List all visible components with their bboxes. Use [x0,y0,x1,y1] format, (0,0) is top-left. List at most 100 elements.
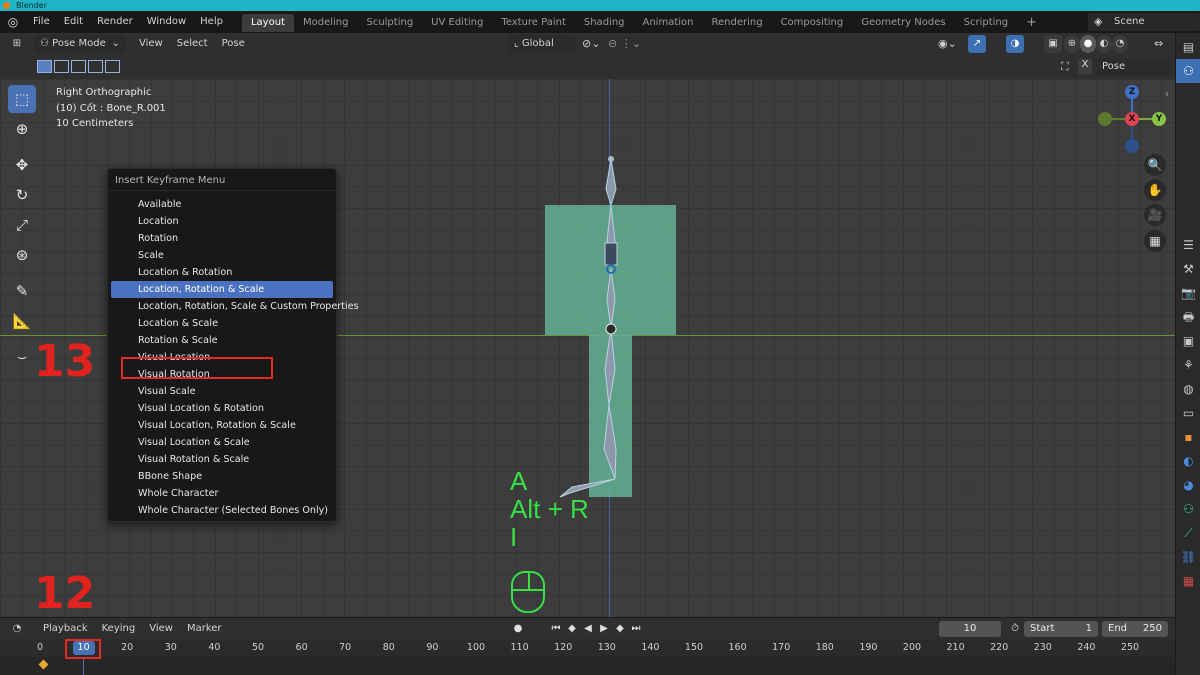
cursor-tool-icon[interactable]: ⊕ [8,115,36,143]
blender-menu-icon[interactable]: ◎ [0,15,26,29]
menu-select[interactable]: Select [170,33,215,55]
menu-render[interactable]: Render [90,11,140,33]
render-properties-icon[interactable]: 📷 [1176,281,1200,305]
relax-pose-tool-icon[interactable]: ⌣ [8,343,36,371]
menu-view[interactable]: View [132,33,170,55]
gizmo-z-axis[interactable]: Z [1125,85,1139,99]
world-properties-icon[interactable]: ◍ [1176,377,1200,401]
tool-tab-icon[interactable]: ▤ [1176,35,1200,59]
item-tab-icon[interactable]: ⚇ [1176,59,1200,83]
tab-compositing[interactable]: Compositing [772,14,853,32]
snap-icon[interactable]: ⊝ ⋮⌄ [608,37,641,50]
menu-item-visual-loc-rot-scale[interactable]: Visual Location, Rotation & Scale [111,417,333,434]
gizmo-neg-z-axis[interactable] [1125,139,1139,153]
menu-item-scale[interactable]: Scale [111,247,333,264]
armature[interactable] [530,149,640,509]
scene-properties-icon[interactable]: ⚘ [1176,353,1200,377]
gizmo-neg-y-axis[interactable] [1098,112,1112,126]
menu-item-visual-location-rotation[interactable]: Visual Location & Rotation [111,400,333,417]
navigation-gizmo[interactable]: Z Y X [1094,85,1174,155]
auto-keying-icon[interactable]: ● [510,621,526,637]
tab-texture-paint[interactable]: Texture Paint [492,14,575,32]
wireframe-shading-icon[interactable]: ⊕ [1064,35,1080,53]
menu-item-rotation[interactable]: Rotation [111,230,333,247]
rendered-shading-icon[interactable]: ◔ [1112,35,1128,53]
tab-geometry-nodes[interactable]: Geometry Nodes [852,14,954,32]
menu-item-rotation-scale[interactable]: Rotation & Scale [111,332,333,349]
object-data-armature-icon[interactable]: ⚇ [1176,497,1200,521]
tab-rendering[interactable]: Rendering [702,14,771,32]
gizmo-y-axis[interactable]: Y [1152,112,1166,126]
end-frame-field[interactable]: End 250 [1102,621,1168,637]
jump-start-icon[interactable]: ⏮ [548,621,564,637]
menu-help[interactable]: Help [193,11,230,33]
start-frame-field[interactable]: Start 1 [1024,621,1098,637]
menu-item-bbone-shape[interactable]: BBone Shape [111,468,333,485]
select-intersect-icon[interactable] [105,60,120,73]
ortho-grid-icon[interactable]: ▦ [1144,230,1166,252]
gizmo-toggle-icon[interactable]: ↗ [968,35,986,53]
mode-dropdown[interactable]: ⚇ Pose Mode ⌄ [34,35,126,53]
scale-tool-icon[interactable]: ⤢ [8,211,36,239]
tab-animation[interactable]: Animation [634,14,703,32]
timeline-editor-icon[interactable]: ◔ [8,620,26,638]
rotate-tool-icon[interactable]: ↻ [8,181,36,209]
bone-constraint-icon[interactable]: ⛓ [1176,545,1200,569]
transform-affect-icon[interactable]: ⛶ [1061,60,1069,74]
camera-view-icon[interactable]: 🎥 [1144,204,1166,226]
physics-properties-icon[interactable]: ◕ [1176,473,1200,497]
menu-edit[interactable]: Edit [57,11,90,33]
xray-toggle-icon[interactable]: ▣ [1044,35,1062,53]
mirror-x-toggle[interactable]: X [1078,59,1092,74]
add-workspace-button[interactable]: + [1017,14,1046,32]
play-reverse-icon[interactable]: ◀ [580,621,596,637]
menu-item-available[interactable]: Available [111,196,333,213]
output-properties-icon[interactable]: 🖶 [1176,305,1200,329]
menu-item-location-scale[interactable]: Location & Scale [111,315,333,332]
next-keyframe-icon[interactable]: ◆ [612,621,628,637]
menu-pose[interactable]: Pose [215,33,252,55]
tool-properties-icon[interactable]: ⚒ [1176,257,1200,281]
object-properties-icon[interactable]: ▪ [1176,425,1200,449]
editor-type-icon[interactable]: ⊞ [8,35,26,53]
view-layer-properties-icon[interactable]: ▣ [1176,329,1200,353]
gizmo-x-axis[interactable]: X [1125,112,1139,126]
collection-properties-icon[interactable]: ▭ [1176,401,1200,425]
tab-uv-editing[interactable]: UV Editing [422,14,492,32]
pivot-point-icon[interactable]: ⊘⌄ [582,37,600,50]
menu-item-visual-scale[interactable]: Visual Scale [111,383,333,400]
visibility-icon[interactable]: ◉⌄ [938,37,957,50]
timeline-body[interactable]: 0 10 20 30 40 50 60 70 80 90 100 110 120 130 140 150 160… [0,639,1175,675]
sidebar-toggle-icon[interactable]: ‹ [1165,89,1169,100]
material-shading-icon[interactable]: ◐ [1096,35,1112,53]
timeline-ruler[interactable]: 0 10 20 30 40 50 60 70 80 90 100 110 120 130 140 150 160… [0,639,1175,657]
menu-item-whole-character[interactable]: Whole Character [111,485,333,502]
solid-shading-icon[interactable]: ● [1080,35,1096,53]
modifier-properties-icon[interactable]: ◐ [1176,449,1200,473]
tab-scripting[interactable]: Scripting [955,14,1017,32]
timeline-menu-playback[interactable]: Playback [36,618,95,640]
select-new-icon[interactable] [37,60,52,73]
measure-tool-icon[interactable]: 📐 [8,307,36,335]
scene-selector[interactable]: ◈ Scene [1088,13,1200,31]
transform-tool-icon[interactable]: ⊛ [8,241,36,269]
tab-modeling[interactable]: Modeling [294,14,358,32]
timeline-menu-marker[interactable]: Marker [180,618,229,640]
jump-end-icon[interactable]: ⏭ [628,621,644,637]
pose-options-dropdown[interactable]: Pose Options⌄ [1096,58,1170,90]
stopwatch-icon[interactable]: ⏱ [1007,621,1023,637]
tab-sculpting[interactable]: Sculpting [357,14,422,32]
menu-item-location-rotation-scale[interactable]: Location, Rotation & Scale [111,281,333,298]
playhead[interactable] [83,657,84,675]
timeline-menu-keying[interactable]: Keying [95,618,143,640]
menu-item-location[interactable]: Location [111,213,333,230]
prev-keyframe-icon[interactable]: ◆ [564,621,580,637]
select-invert-icon[interactable] [88,60,103,73]
zoom-icon[interactable]: 🔍 [1144,154,1166,176]
pan-hand-icon[interactable]: ✋ [1144,179,1166,201]
menu-item-visual-location-scale[interactable]: Visual Location & Scale [111,434,333,451]
editor-type-properties-icon[interactable]: ☰ [1176,233,1200,257]
overlays-toggle-icon[interactable]: ◑ [1006,35,1024,53]
select-subtract-icon[interactable] [71,60,86,73]
annotate-tool-icon[interactable]: ✎ [8,277,36,305]
